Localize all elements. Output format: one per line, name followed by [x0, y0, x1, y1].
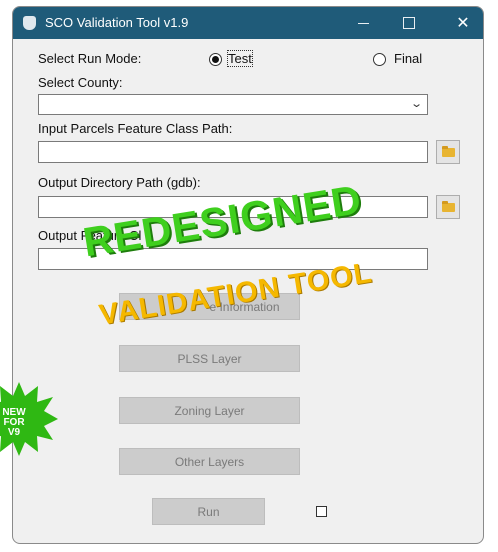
radio-test-label[interactable]: Test [227, 50, 253, 67]
county-label: Select County: [38, 75, 123, 90]
run-mode-label: Select Run Mode: [38, 51, 142, 66]
parcels-path-input[interactable] [38, 141, 428, 163]
folder-icon [442, 146, 455, 157]
maximize-icon [403, 17, 415, 29]
output-dir-label: Output Directory Path (gdb): [38, 175, 201, 190]
minimize-icon [357, 22, 369, 24]
title-bar[interactable]: SCO Validation Tool v1.9 ✕ [13, 7, 483, 39]
badge-line-3: V9 [7, 427, 21, 438]
radio-final[interactable] [373, 53, 386, 66]
plss-layer-button[interactable]: PLSS Layer [119, 345, 300, 372]
window-title: SCO Validation Tool v1.9 [45, 15, 189, 30]
radio-test[interactable] [209, 53, 222, 66]
maximize-button[interactable] [387, 7, 431, 39]
checkbox[interactable] [316, 506, 327, 517]
run-button[interactable]: Run [152, 498, 265, 525]
folder-icon [442, 201, 455, 212]
county-select[interactable]: ⌄ [38, 94, 428, 115]
browse-parcels-button[interactable] [436, 140, 460, 164]
app-icon [23, 16, 36, 30]
other-layers-button[interactable]: Other Layers [119, 448, 300, 475]
minimize-button[interactable] [341, 7, 385, 39]
radio-final-label[interactable]: Final [394, 51, 422, 66]
chevron-down-icon: ⌄ [409, 98, 423, 110]
close-button[interactable]: ✕ [441, 7, 483, 39]
parcels-label: Input Parcels Feature Class Path: [38, 121, 233, 136]
badge-text: NEW FOR V9 [0, 408, 28, 438]
close-icon: ✕ [456, 15, 470, 32]
zoning-layer-button[interactable]: Zoning Layer [119, 397, 300, 424]
browse-output-dir-button[interactable] [436, 195, 460, 219]
